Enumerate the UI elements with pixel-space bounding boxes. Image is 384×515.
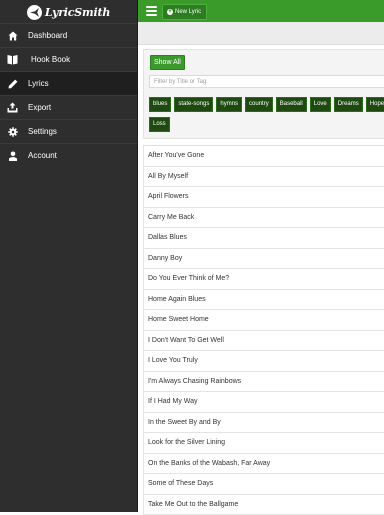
lyric-list-item[interactable]: If I Had My Way: [143, 392, 384, 413]
lyric-list-item[interactable]: After You've Gone: [143, 146, 384, 167]
lyric-list-item[interactable]: Danny Boy: [143, 249, 384, 270]
lyric-list-item[interactable]: On the Banks of the Wabash, Far Away: [143, 454, 384, 475]
pencil-icon: [7, 78, 18, 89]
book-icon: [7, 54, 18, 65]
lyric-list-item[interactable]: I Love You Truly: [143, 351, 384, 372]
lyric-list-item[interactable]: Home Again Blues: [143, 290, 384, 311]
show-all-button[interactable]: Show All: [150, 55, 185, 70]
plus-circle-icon: +: [167, 9, 173, 15]
lyric-list-item[interactable]: Do You Ever Think of Me?: [143, 269, 384, 290]
lyric-list-item[interactable]: Dallas Blues: [143, 228, 384, 249]
tag-button[interactable]: hymns: [216, 97, 242, 112]
sidebar-item-label: Settings: [28, 127, 57, 136]
lyric-list-item[interactable]: I'm Always Chasing Rainbows: [143, 372, 384, 393]
tag-button[interactable]: Love: [310, 97, 331, 112]
lyric-list-item[interactable]: Some of These Days: [143, 474, 384, 495]
sidebar-item-export[interactable]: Export: [0, 95, 137, 119]
export-icon: [7, 102, 18, 113]
tag-button[interactable]: state-songs: [174, 97, 213, 112]
sidebar-item-settings[interactable]: Settings: [0, 119, 137, 143]
lyric-list-item[interactable]: In the Sweet By and By: [143, 413, 384, 434]
sidebar-item-label: Dashboard: [28, 31, 67, 40]
header-band: [138, 22, 384, 45]
filter-panel: Show All Filter by Title or Tag blues st…: [143, 49, 384, 139]
top-bar: + New Lyric: [138, 0, 384, 22]
new-lyric-label: New Lyric: [175, 9, 201, 15]
tag-button[interactable]: Hope: [366, 97, 384, 112]
filter-input[interactable]: Filter by Title or Tag: [149, 75, 384, 88]
tag-button[interactable]: Loss: [149, 117, 170, 132]
hamburger-menu-icon[interactable]: [146, 6, 157, 16]
tag-button[interactable]: blues: [149, 97, 171, 112]
quill-icon: [27, 5, 42, 20]
tag-list: blues state-songs hymns country Baseball…: [149, 97, 384, 132]
sidebar: LyricSmith Dashboard Hook Book Lyrics Ex…: [0, 0, 138, 512]
gear-icon: [7, 126, 18, 137]
user-icon: [7, 150, 18, 161]
lyric-list-item[interactable]: April Flowers: [143, 187, 384, 208]
lyric-list-item[interactable]: Carry Me Back: [143, 208, 384, 229]
lyrics-list: After You've Gone All By Myself April Fl…: [143, 145, 384, 515]
lyric-list-item[interactable]: I Don't Want To Get Well: [143, 331, 384, 352]
app-logo[interactable]: LyricSmith: [0, 0, 137, 23]
tag-button[interactable]: Dreams: [334, 97, 363, 112]
sidebar-item-account[interactable]: Account: [0, 143, 137, 167]
sidebar-item-label: Account: [28, 151, 57, 160]
tag-button[interactable]: Baseball: [276, 97, 307, 112]
sidebar-nav: Dashboard Hook Book Lyrics Export: [0, 23, 137, 167]
home-icon: [7, 30, 18, 41]
lyric-list-item[interactable]: All By Myself: [143, 167, 384, 188]
logo-text: LyricSmith: [45, 6, 110, 19]
sidebar-item-hook-book[interactable]: Hook Book: [0, 47, 137, 71]
sidebar-item-lyrics[interactable]: Lyrics: [0, 71, 137, 95]
sidebar-item-label: Hook Book: [31, 55, 70, 64]
sidebar-item-label: Lyrics: [28, 79, 49, 88]
sidebar-item-label: Export: [28, 103, 51, 112]
tag-button[interactable]: country: [245, 97, 273, 112]
new-lyric-button[interactable]: + New Lyric: [162, 4, 207, 20]
lyric-list-item[interactable]: Home Sweet Home: [143, 310, 384, 331]
sidebar-item-dashboard[interactable]: Dashboard: [0, 23, 137, 47]
lyric-list-item[interactable]: Look for the Silver Lining: [143, 433, 384, 454]
